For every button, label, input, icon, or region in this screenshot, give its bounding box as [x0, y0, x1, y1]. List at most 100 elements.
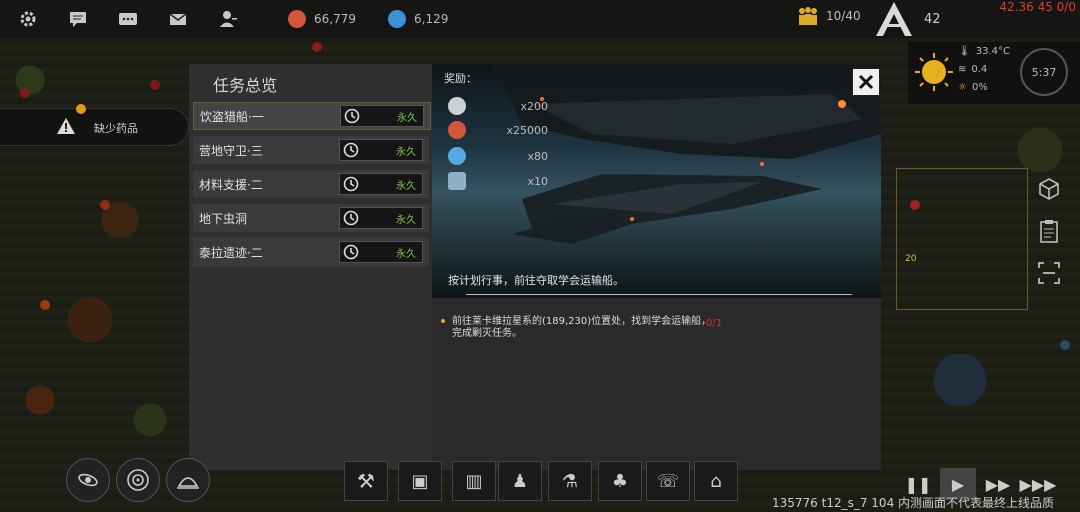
scan-icon[interactable] [1036, 260, 1062, 286]
build-tools-button[interactable]: ⚒ [344, 461, 388, 501]
mission-duration: 永久 [339, 173, 423, 195]
population-value: 10/40 [826, 9, 861, 23]
credit-icon [448, 121, 466, 139]
mission-item[interactable]: 营地守卫·三 永久 [193, 136, 429, 164]
crew-button[interactable]: ♟ [498, 461, 542, 501]
chat-bubble-icon: ☏ [656, 470, 680, 492]
map-marker [100, 200, 110, 210]
mission-duration: 永久 [339, 139, 423, 161]
clipboard-icon[interactable] [1036, 218, 1062, 244]
play-icon: ▶ [951, 474, 965, 494]
debug-info: 42.36 45 0/0 [999, 0, 1076, 14]
mission-name: 泰拉遗迹·二 [199, 245, 263, 260]
temperature-value: 33.4°C [975, 46, 1010, 57]
rank-logo-icon[interactable] [872, 0, 916, 38]
fast-forward-icon: ▶▶ [985, 474, 1011, 494]
resource-credits-value: 66,779 [314, 12, 356, 26]
duration-label: 永久 [396, 146, 416, 158]
temperature-row: 🌡 33.4°C [958, 46, 1010, 57]
galaxy-icon [78, 473, 98, 487]
population-icon [799, 7, 817, 25]
wind-row: ≋ 0.4 [958, 64, 987, 75]
population[interactable]: 10/40 [796, 6, 861, 26]
map-marker [20, 88, 30, 98]
resource-crystal: 6,129 [388, 8, 448, 30]
map-zone-label: 20 [905, 254, 917, 264]
wind-icon: ≋ [958, 64, 967, 75]
reward-value: x10 [527, 174, 548, 188]
light-icon: ☼ [958, 82, 967, 93]
duration-label: 永久 [396, 248, 416, 260]
build-info: 135776 t12_s_7 104 内测画面不代表最终上线品质 [772, 496, 1055, 510]
mission-list: 任务总览 饮盗猎船·一 永久 营地守卫·三 永久 材料支援·二 永久 地下虫洞 [189, 64, 432, 470]
map-marker [150, 80, 160, 90]
wall-button[interactable]: ▥ [452, 461, 496, 501]
divider [466, 294, 852, 295]
reward-value: x80 [527, 149, 548, 163]
close-button[interactable] [852, 68, 880, 96]
map-marker [40, 300, 50, 310]
dome-button[interactable] [166, 458, 210, 502]
planet-button[interactable] [116, 458, 160, 502]
clock-icon [343, 244, 359, 260]
wind-value: 0.4 [971, 64, 988, 75]
mission-item[interactable]: 泰拉遗迹·二 永久 [193, 238, 429, 266]
warning-icon [57, 118, 75, 134]
structure-button[interactable]: ⌂ [694, 461, 738, 501]
mission-name: 营地守卫·三 [199, 143, 263, 158]
mission-objective: 前往莱卡维拉星系的(189,230)位置处，找到学会运输船，完成剿灭任务。 [441, 316, 712, 340]
message-icon[interactable] [118, 9, 140, 29]
reward-item[interactable]: x25000 [448, 120, 548, 140]
mail-icon[interactable] [168, 9, 190, 29]
mission-item[interactable]: 材料支援·二 永久 [193, 170, 429, 198]
mission-name: 地下虫洞 [199, 211, 248, 226]
alert-banner[interactable]: 缺少药品 [0, 104, 189, 146]
tree-button[interactable]: ♣ [598, 461, 642, 501]
planet-orbit-icon [127, 469, 149, 491]
cube-icon[interactable] [1036, 176, 1062, 202]
notification-dot [76, 104, 86, 114]
panel-title: 任务总览 [213, 76, 278, 95]
clock-icon [343, 176, 359, 192]
crystal-icon [388, 10, 406, 28]
gear-icon[interactable] [18, 9, 40, 29]
light-row: ☼ 0% [958, 82, 988, 93]
mission-artwork: 奖励： x200 x25000 x80 x10 按计划行事，前往夺取学会运输船。 [432, 64, 881, 298]
light-value: 0% [971, 82, 988, 93]
mission-duration: 永久 [339, 241, 423, 263]
friend-icon[interactable] [218, 9, 240, 29]
mission-description: 按计划行事，前往夺取学会运输船。 [448, 274, 624, 287]
mission-duration: 永久 [340, 105, 424, 127]
storage-button[interactable]: ▣ [398, 461, 442, 501]
mission-name: 材料支援·二 [199, 177, 263, 192]
temple-icon: ⌂ [710, 470, 722, 492]
fastest-icon: ▶▶▶ [1019, 474, 1057, 494]
reward-value: x200 [520, 99, 548, 113]
chat-icon[interactable] [68, 9, 90, 29]
close-icon [858, 74, 874, 90]
duration-label: 永久 [396, 214, 416, 226]
tree-icon: ♣ [611, 470, 629, 492]
mission-item[interactable]: 地下虫洞 永久 [193, 204, 429, 232]
crate-icon: ▣ [411, 470, 429, 492]
helmet-icon [448, 97, 466, 115]
duration-label: 永久 [397, 112, 417, 124]
map-marker [312, 42, 322, 52]
clock-icon [343, 142, 359, 158]
top-bar: 66,779 6,129 10/40 42 42.36 45 0/0 [0, 0, 1080, 38]
reward-value: x25000 [506, 123, 548, 137]
galaxy-button[interactable] [66, 458, 110, 502]
research-button[interactable]: ⚗ [548, 461, 592, 501]
objective-progress: 0/1 [706, 318, 723, 329]
player-level: 42 [924, 12, 941, 27]
crystal-icon [448, 147, 466, 165]
clock-icon [343, 210, 359, 226]
day-timer[interactable]: 5:37 [1020, 48, 1068, 96]
mission-duration: 永久 [339, 207, 423, 229]
reward-item[interactable]: x10 [448, 171, 548, 191]
map-marker [1060, 340, 1070, 350]
reward-item[interactable]: x200 [448, 96, 548, 116]
reward-item[interactable]: x80 [448, 146, 548, 166]
mission-item[interactable]: 饮盗猎船·一 永久 [193, 102, 431, 130]
dialog-button[interactable]: ☏ [646, 461, 690, 501]
